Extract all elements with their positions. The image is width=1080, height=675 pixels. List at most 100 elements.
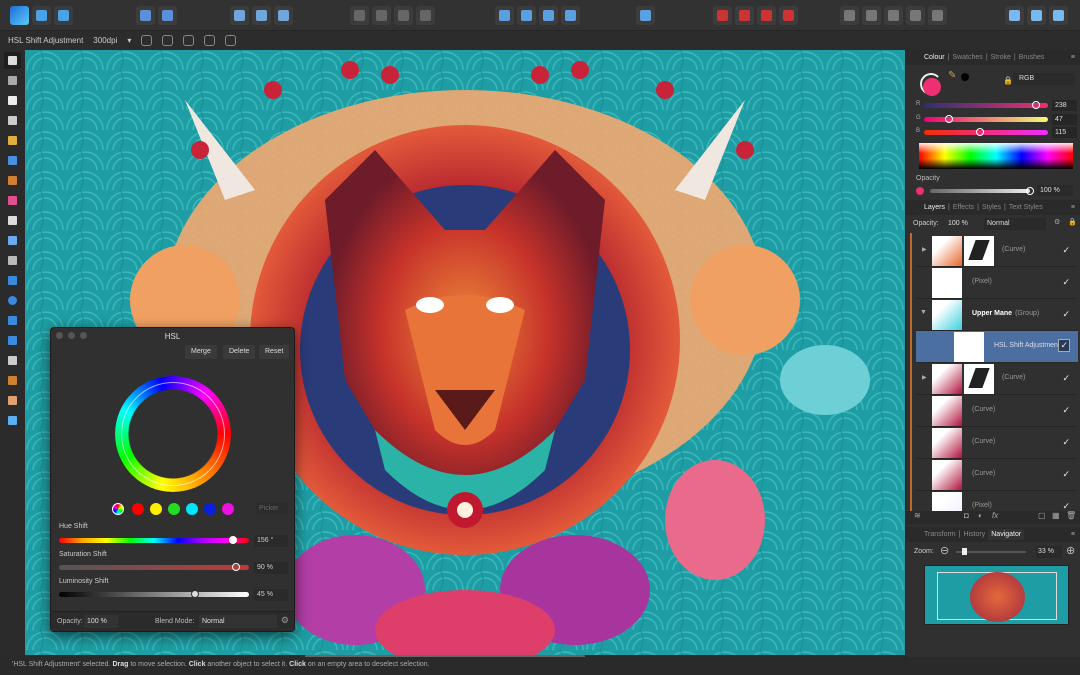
- tab-transform[interactable]: Transform: [924, 531, 956, 538]
- fx-icon[interactable]: fx: [992, 511, 998, 520]
- fill-tool-icon[interactable]: [4, 192, 21, 209]
- pencil-tool-icon[interactable]: [4, 152, 21, 169]
- boolean-add-icon[interactable]: [840, 6, 859, 25]
- green-value[interactable]: 47: [1052, 114, 1077, 125]
- lock-icon[interactable]: 🔒: [1003, 76, 1013, 85]
- color-range-swatch[interactable]: [168, 503, 180, 515]
- zoom-tool-icon[interactable]: [4, 412, 21, 429]
- hand-tool-icon[interactable]: [4, 392, 21, 409]
- insert-inside-icon[interactable]: [1049, 6, 1068, 25]
- text-tool-icon[interactable]: [4, 352, 21, 369]
- reset-icon[interactable]: [141, 35, 153, 46]
- zoom-in-icon[interactable]: ⊕: [1066, 544, 1075, 557]
- navigator-preview[interactable]: [924, 565, 1069, 625]
- collapse-arrow-icon[interactable]: ▼: [920, 309, 927, 316]
- snapping-magnet-icon[interactable]: [757, 6, 776, 25]
- layer-row[interactable]: (Pixel) ✓: [916, 267, 1078, 299]
- tab-text-styles[interactable]: Text Styles: [1009, 204, 1043, 211]
- red-slider[interactable]: [924, 101, 1048, 109]
- dpi-select[interactable]: 300dpi: [93, 36, 117, 45]
- saturation-shift-slider[interactable]: [59, 563, 249, 571]
- flip-horizontal-icon[interactable]: [495, 6, 514, 25]
- layer-blend-select[interactable]: Normal: [984, 218, 1046, 230]
- opacity-slider[interactable]: [930, 187, 1034, 195]
- blend-mode-select[interactable]: Normal: [199, 615, 277, 628]
- rotate-icon[interactable]: [225, 35, 237, 46]
- slider-knob[interactable]: [976, 128, 985, 136]
- group-icon[interactable]: ▦: [1052, 511, 1060, 520]
- arrange-back-icon[interactable]: [394, 6, 413, 25]
- fill-color-swatch[interactable]: [923, 78, 941, 96]
- layer-row[interactable]: ▶ (Curve) ✓: [916, 363, 1078, 395]
- colour-spectrum[interactable]: [919, 143, 1073, 169]
- eyedropper-icon[interactable]: ✎: [948, 70, 956, 81]
- layer-row[interactable]: ▶ (Curve) ✓: [916, 235, 1078, 267]
- boolean-subtract-icon[interactable]: [862, 6, 881, 25]
- grid-icon[interactable]: [713, 6, 732, 25]
- flip-vertical-icon[interactable]: [517, 6, 536, 25]
- move-tool-icon[interactable]: [4, 52, 21, 69]
- saturation-shift-value[interactable]: 90 %: [254, 562, 288, 574]
- tab-navigator[interactable]: Navigator: [988, 529, 1025, 540]
- merge-button[interactable]: Merge: [185, 345, 217, 359]
- master-swatch[interactable]: [112, 503, 124, 515]
- visibility-checkbox[interactable]: ✓: [1062, 469, 1070, 480]
- chevron-down-icon[interactable]: ▾: [127, 36, 131, 45]
- tab-layers[interactable]: Layers: [924, 204, 945, 211]
- slider-knob[interactable]: [1026, 187, 1034, 195]
- adjustment-icon[interactable]: ◐: [978, 511, 983, 520]
- add-layer-icon[interactable]: ▢: [1038, 511, 1046, 520]
- slider-knob[interactable]: [228, 536, 237, 544]
- picker-button[interactable]: Picker: [256, 503, 288, 515]
- layer-row[interactable]: (Pixel) ✓: [916, 491, 1078, 511]
- color-range-swatch[interactable]: [150, 503, 162, 515]
- rotate-left-icon[interactable]: [539, 6, 558, 25]
- transform-origin-icon[interactable]: [252, 6, 271, 25]
- color-picker-tool-icon[interactable]: [4, 372, 21, 389]
- arrange-front-icon[interactable]: [416, 6, 435, 25]
- blue-value[interactable]: 115: [1052, 127, 1077, 138]
- gear-icon[interactable]: ⚙: [281, 615, 289, 626]
- expand-arrow-icon[interactable]: ▶: [922, 374, 927, 381]
- layer-row[interactable]: (Curve) ✓: [916, 459, 1078, 491]
- panel-menu-icon[interactable]: ≡: [1071, 531, 1075, 538]
- visibility-checkbox[interactable]: ✓: [1062, 309, 1070, 320]
- stroke-color-swatch[interactable]: [961, 73, 969, 81]
- visibility-checkbox[interactable]: ✓: [1062, 373, 1070, 384]
- assistant-icon[interactable]: [136, 6, 155, 25]
- snapping-options-icon[interactable]: [158, 6, 177, 25]
- tab-brushes[interactable]: Brushes: [1019, 54, 1045, 61]
- brush-tool-icon[interactable]: [4, 172, 21, 189]
- slider-knob[interactable]: [945, 115, 954, 123]
- tab-effects[interactable]: Effects: [953, 204, 974, 211]
- crop-icon[interactable]: [204, 35, 216, 46]
- delete-button[interactable]: Delete: [223, 345, 256, 359]
- layer-row[interactable]: (Curve) ✓: [916, 395, 1078, 427]
- hue-shift-slider[interactable]: [59, 536, 249, 544]
- boolean-intersect-icon[interactable]: [884, 6, 903, 25]
- lock-icon[interactable]: 🔒: [1068, 218, 1077, 226]
- export-persona-icon[interactable]: [54, 6, 73, 25]
- rectangle-tool-icon[interactable]: [4, 272, 21, 289]
- place-image-tool-icon[interactable]: [4, 232, 21, 249]
- tab-styles[interactable]: Styles: [982, 204, 1001, 211]
- align-icon[interactable]: [636, 6, 655, 25]
- visibility-checkbox[interactable]: ✓: [1062, 277, 1070, 288]
- blue-slider[interactable]: [924, 128, 1048, 136]
- rotate-right-icon[interactable]: [561, 6, 580, 25]
- gear-icon[interactable]: ⚙: [1054, 218, 1060, 226]
- green-slider[interactable]: [924, 115, 1048, 123]
- reset-button[interactable]: Reset: [259, 345, 290, 359]
- luminosity-shift-value[interactable]: 45 %: [254, 589, 288, 601]
- pen-tool-icon[interactable]: [4, 132, 21, 149]
- transparency-tool-icon[interactable]: [4, 212, 21, 229]
- snap-icon[interactable]: [735, 6, 754, 25]
- color-range-swatch[interactable]: [204, 503, 216, 515]
- color-range-swatch[interactable]: [222, 503, 234, 515]
- opacity-field[interactable]: 100 %: [84, 615, 118, 628]
- layers-stack-icon[interactable]: ≋: [914, 511, 921, 520]
- red-value[interactable]: 238: [1052, 100, 1077, 111]
- artboard-tool-icon[interactable]: [4, 72, 21, 89]
- node-tool-icon[interactable]: [4, 92, 21, 109]
- zoom-out-icon[interactable]: ⊖: [940, 544, 949, 557]
